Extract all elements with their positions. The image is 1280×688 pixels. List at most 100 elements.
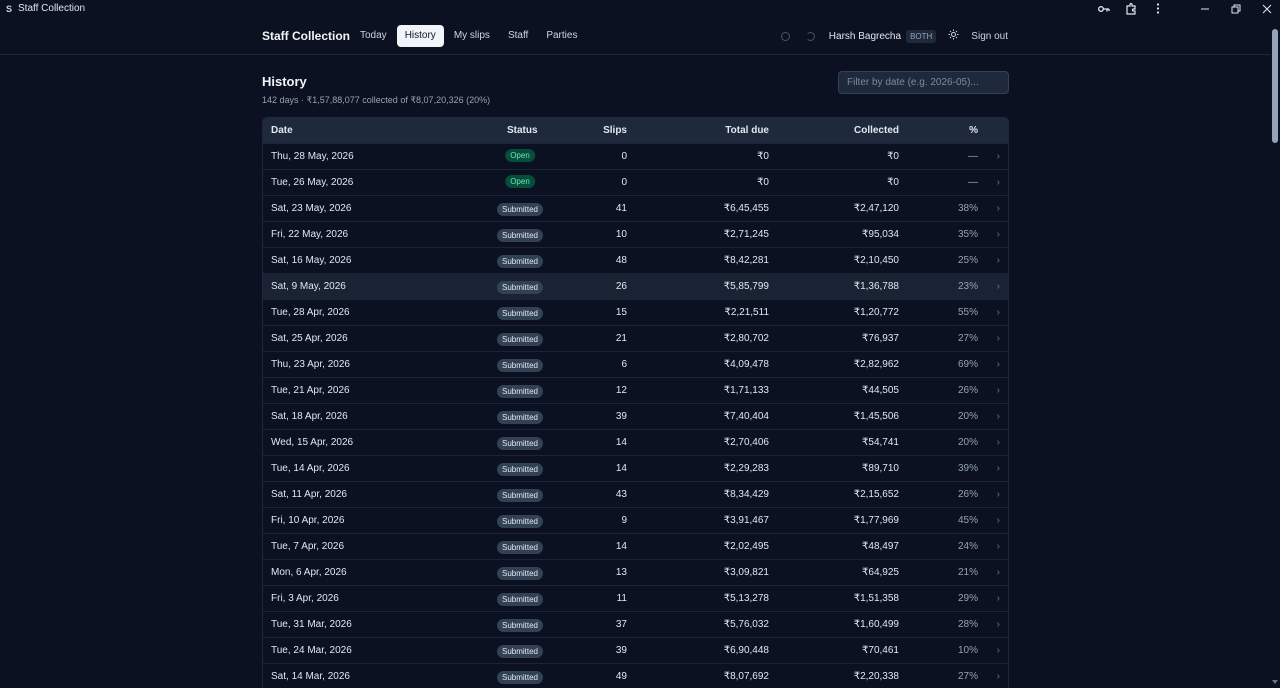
window-title: Staff Collection	[18, 3, 86, 14]
cell-percent: 24%	[957, 541, 978, 552]
cell-percent: 39%	[957, 463, 978, 474]
cell-collected: ₹89,710	[862, 463, 899, 474]
cell-collected: ₹2,47,120	[853, 203, 899, 214]
cell-collected: ₹2,82,962	[853, 359, 899, 370]
status-badge: Submitted	[496, 333, 544, 346]
cell-percent: 20%	[957, 411, 978, 422]
cell-slips: 12	[615, 385, 627, 396]
column-header-status[interactable]: Status	[507, 125, 538, 136]
table-row[interactable]: Tue, 14 Apr, 2026 Submitted 14 ₹2,29,283 ₹89…	[263, 455, 1008, 481]
table-row[interactable]: Fri, 3 Apr, 2026 Submitted 11 ₹5,13,278 ₹1,5…	[263, 585, 1008, 611]
cell-collected: ₹76,937	[862, 333, 899, 344]
cell-total-due: ₹2,70,406	[723, 437, 769, 448]
cell-total-due: ₹5,13,278	[723, 593, 769, 604]
minimize-icon[interactable]	[1191, 0, 1218, 17]
cell-date: Wed, 15 Apr, 2026	[271, 437, 354, 448]
cell-collected: ₹1,36,788	[853, 281, 899, 292]
sign-out-button[interactable]: Sign out	[971, 31, 1008, 42]
cell-percent: 23%	[957, 281, 978, 292]
status-badge: Submitted	[496, 229, 544, 242]
cell-percent: 27%	[957, 671, 978, 682]
table-row[interactable]: Thu, 23 Apr, 2026 Submitted 6 ₹4,09,478 ₹2,8…	[263, 351, 1008, 377]
role-badge: BOTH	[906, 29, 937, 43]
table-row[interactable]: Sat, 23 May, 2026 Submitted 41 ₹6,45,455 ₹2,…	[263, 195, 1008, 221]
window-titlebar: S Staff Collection	[0, 0, 1280, 17]
table-row[interactable]: Tue, 7 Apr, 2026 Submitted 14 ₹2,02,495 ₹48,…	[263, 533, 1008, 559]
tab-staff[interactable]: Staff	[500, 25, 536, 47]
cell-total-due: ₹0	[757, 151, 769, 162]
cell-total-due: ₹2,21,511	[724, 307, 769, 318]
table-row[interactable]: Sat, 16 May, 2026 Submitted 48 ₹8,42,281 ₹2,…	[263, 247, 1008, 273]
status-badge: Submitted	[496, 541, 544, 554]
cell-slips: 39	[615, 411, 627, 422]
table-row[interactable]: Sat, 9 May, 2026 Submitted 26 ₹5,85,799 ₹1,3…	[263, 273, 1008, 299]
status-badge: Open	[505, 175, 535, 188]
extension-icon[interactable]	[1117, 0, 1144, 17]
status-badge: Submitted	[496, 385, 544, 398]
table-row[interactable]: Sat, 25 Apr, 2026 Submitted 21 ₹2,80,702 ₹76…	[263, 325, 1008, 351]
table-row[interactable]: Fri, 22 May, 2026 Submitted 10 ₹2,71,245 ₹95…	[263, 221, 1008, 247]
refresh-icon[interactable]	[805, 31, 815, 41]
chevron-right-icon: ›	[996, 411, 1000, 422]
table-row[interactable]: Sat, 11 Apr, 2026 Submitted 43 ₹8,34,429 ₹2,…	[263, 481, 1008, 507]
cell-total-due: ₹2,71,245	[723, 229, 769, 240]
cell-slips: 41	[615, 203, 627, 214]
cell-slips: 14	[615, 541, 627, 552]
cell-collected: ₹70,461	[862, 645, 899, 656]
cell-date: Sat, 18 Apr, 2026	[271, 411, 348, 422]
tab-today[interactable]: Today	[352, 25, 395, 47]
table-row[interactable]: Fri, 10 Apr, 2026 Submitted 9 ₹3,91,467 ₹1,7…	[263, 507, 1008, 533]
chevron-right-icon: ›	[996, 593, 1000, 604]
scroll-down-icon[interactable]	[1272, 680, 1278, 684]
table-row[interactable]: Wed, 15 Apr, 2026 Submitted 14 ₹2,70,406 ₹54…	[263, 429, 1008, 455]
cell-total-due: ₹5,85,799	[723, 281, 769, 292]
cell-total-due: ₹2,80,702	[723, 333, 769, 344]
column-header-date[interactable]: Date	[271, 125, 293, 136]
cell-percent: 55%	[957, 307, 978, 318]
cell-collected: ₹95,034	[862, 229, 899, 240]
tab-my-slips[interactable]: My slips	[446, 25, 498, 47]
table-row[interactable]: Tue, 28 Apr, 2026 Submitted 15 ₹2,21,511 ₹1,…	[263, 299, 1008, 325]
date-filter-input[interactable]	[838, 71, 1009, 94]
cell-collected: ₹1,60,499	[853, 619, 899, 630]
sun-icon[interactable]	[948, 29, 959, 43]
table-row[interactable]: Tue, 21 Apr, 2026 Submitted 12 ₹1,71,133 ₹44…	[263, 377, 1008, 403]
tab-history[interactable]: History	[396, 25, 444, 47]
cell-percent: 21%	[957, 567, 978, 578]
table-row[interactable]: Thu, 28 May, 2026 Open 0 ₹0 ₹0 — ›	[263, 143, 1008, 169]
cell-collected: ₹1,51,358	[853, 593, 899, 604]
column-header-total-due[interactable]: Total due	[725, 125, 769, 136]
more-vertical-icon[interactable]	[1144, 0, 1171, 17]
status-badge: Submitted	[496, 489, 544, 502]
cell-total-due: ₹8,34,429	[723, 489, 769, 500]
status-badge: Submitted	[496, 463, 544, 476]
chevron-right-icon: ›	[996, 567, 1000, 578]
table-row[interactable]: Tue, 31 Mar, 2026 Submitted 37 ₹5,76,032 ₹1,…	[263, 611, 1008, 637]
status-badge: Submitted	[496, 619, 544, 632]
column-header-collected[interactable]: Collected	[854, 125, 899, 136]
key-icon[interactable]	[1090, 0, 1117, 17]
cell-slips: 43	[615, 489, 627, 500]
cell-percent: 28%	[957, 619, 978, 630]
column-header-slips[interactable]: Slips	[603, 125, 627, 136]
user-name: Harsh Bagrecha	[828, 30, 902, 42]
restore-icon[interactable]	[1222, 0, 1249, 17]
cell-total-due: ₹3,91,467	[723, 515, 769, 526]
cell-date: Thu, 23 Apr, 2026	[271, 359, 350, 370]
table-row[interactable]: Tue, 24 Mar, 2026 Submitted 39 ₹6,90,448 ₹70…	[263, 637, 1008, 663]
scrollbar-thumb[interactable]	[1272, 29, 1278, 143]
table-row[interactable]: Mon, 6 Apr, 2026 Submitted 13 ₹3,09,821 ₹64,…	[263, 559, 1008, 585]
table-row[interactable]: Sat, 14 Mar, 2026 Submitted 49 ₹8,07,692 ₹2,…	[263, 663, 1008, 688]
cell-date: Fri, 3 Apr, 2026	[271, 593, 339, 604]
cell-slips: 39	[615, 645, 627, 656]
status-badge: Submitted	[496, 359, 544, 372]
close-icon[interactable]	[1253, 0, 1280, 17]
table-row[interactable]: Sat, 18 Apr, 2026 Submitted 39 ₹7,40,404 ₹1,…	[263, 403, 1008, 429]
table-row[interactable]: Tue, 26 May, 2026 Open 0 ₹0 ₹0 — ›	[263, 169, 1008, 195]
cell-collected: ₹0	[887, 151, 899, 162]
vertical-scrollbar[interactable]	[1270, 17, 1280, 688]
tab-parties[interactable]: Parties	[538, 25, 585, 47]
cell-date: Fri, 10 Apr, 2026	[271, 515, 345, 526]
column-header-percent[interactable]: %	[969, 125, 978, 136]
cell-total-due: ₹8,42,281	[723, 255, 769, 266]
